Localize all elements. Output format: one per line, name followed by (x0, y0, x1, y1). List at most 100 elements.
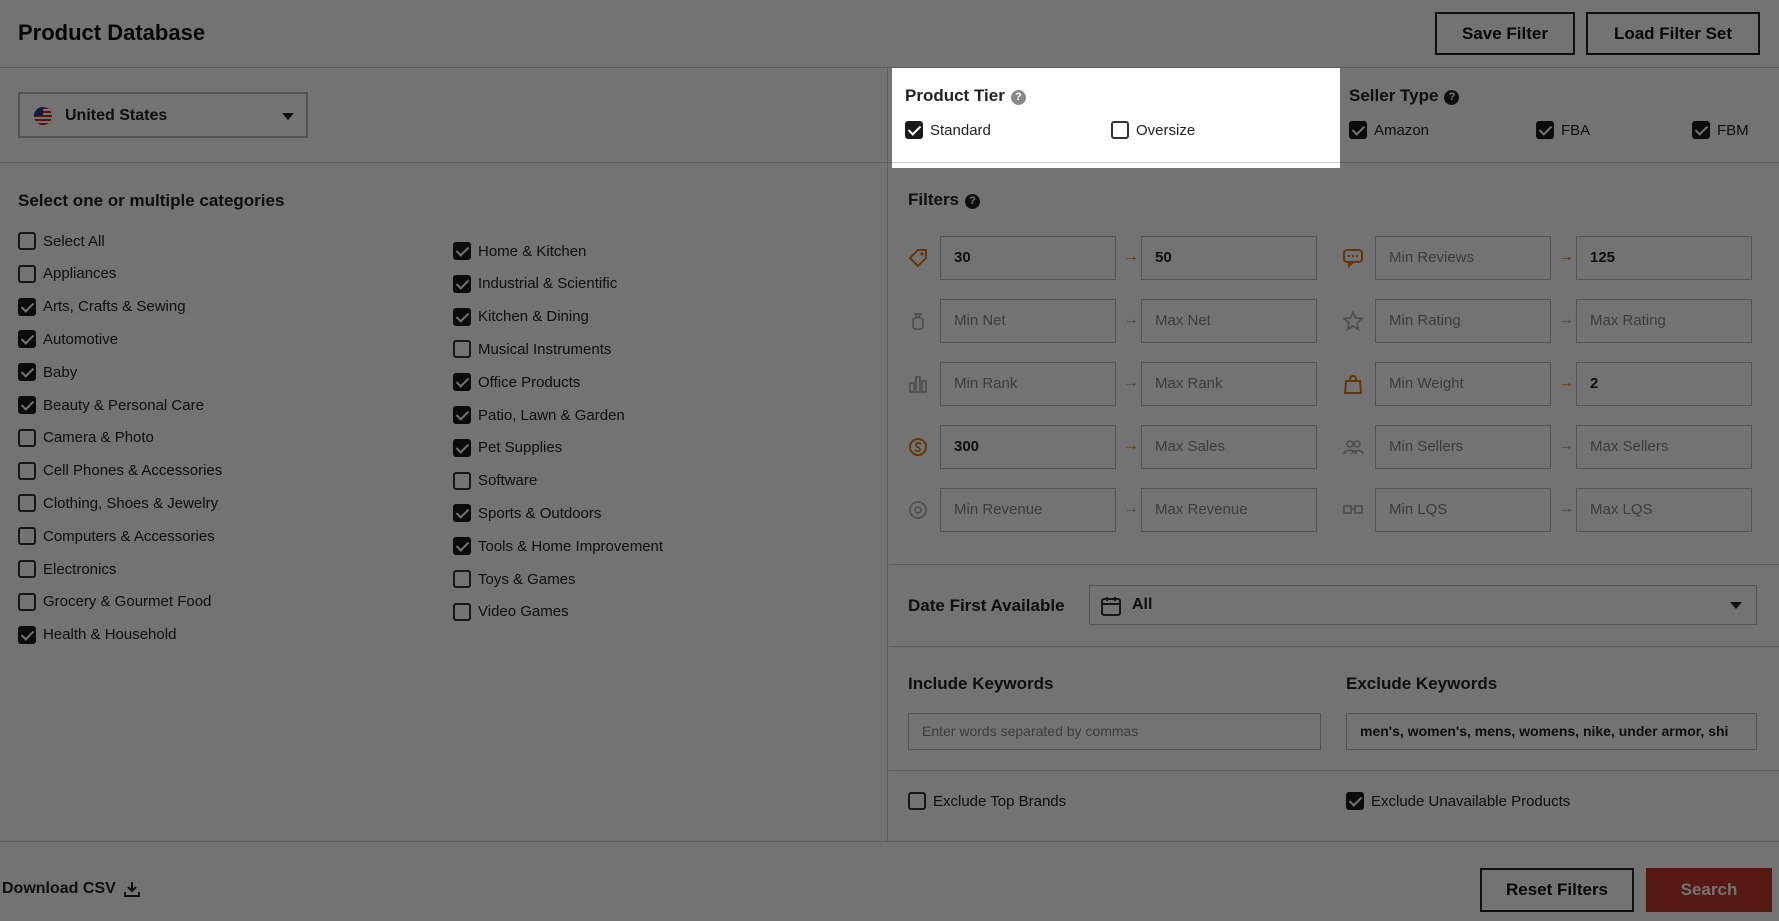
country-select[interactable]: United States (18, 92, 308, 138)
exclude-top-brands-checkbox[interactable]: Exclude Top Brands (908, 792, 1066, 810)
filter-max-input[interactable]: Max Sellers (1576, 425, 1752, 469)
checkbox-box[interactable] (18, 560, 36, 578)
category-checkbox[interactable]: Patio, Lawn & Garden (453, 406, 625, 424)
category-checkbox[interactable]: Health & Household (18, 625, 176, 644)
checkbox-box[interactable] (18, 494, 36, 513)
category-checkbox[interactable]: Pet Supplies (453, 438, 562, 457)
exclude-unavailable-checkbox[interactable]: Exclude Unavailable Products (1346, 792, 1570, 810)
checkbox-box[interactable] (453, 537, 471, 556)
category-checkbox[interactable]: Tools & Home Improvement (453, 537, 663, 556)
filter-max-input[interactable]: Max Net (1141, 299, 1317, 343)
checkbox-box[interactable] (1346, 792, 1364, 810)
category-checkbox[interactable]: Beauty & Personal Care (18, 396, 204, 414)
checkbox-box[interactable] (18, 396, 36, 414)
category-checkbox[interactable]: Select All (18, 232, 105, 250)
tier-standard-checkbox[interactable]: Standard (905, 121, 991, 139)
download-csv-button[interactable]: Download CSV (2, 880, 141, 898)
checkbox-box[interactable] (453, 471, 471, 490)
category-checkbox[interactable]: Video Games (453, 602, 569, 621)
category-checkbox[interactable]: Industrial & Scientific (453, 274, 617, 293)
category-checkbox[interactable]: Appliances (18, 264, 116, 283)
checkbox-box[interactable] (18, 363, 36, 382)
filter-max-input[interactable]: Max Rank (1141, 362, 1317, 406)
filter-max-input[interactable]: Max LQS (1576, 488, 1752, 532)
filter-min-input[interactable]: 30 (940, 236, 1116, 280)
checkbox-box[interactable] (18, 592, 36, 611)
checkbox-box[interactable] (1111, 121, 1129, 139)
exclude-keywords-input[interactable]: men's, women's, mens, womens, nike, unde… (1346, 713, 1757, 750)
checkbox-box[interactable] (1349, 121, 1367, 139)
date-first-available-select[interactable]: All (1089, 585, 1757, 625)
help-icon[interactable]: ? (1444, 90, 1460, 105)
checkbox-box[interactable] (908, 792, 926, 810)
filter-min-input[interactable]: Min Weight (1375, 362, 1551, 406)
seller-amazon-checkbox[interactable]: Amazon (1349, 121, 1429, 139)
category-checkbox[interactable]: Home & Kitchen (453, 242, 586, 260)
filter-min-input[interactable]: Min Rating (1375, 299, 1551, 343)
checkbox-box[interactable] (18, 428, 36, 447)
checkbox-box[interactable] (905, 121, 923, 139)
filter-max-input[interactable]: 2 (1576, 362, 1752, 406)
category-checkbox[interactable]: Toys & Games (453, 570, 576, 588)
category-checkbox[interactable]: Electronics (18, 560, 116, 578)
save-filter-button[interactable]: Save Filter (1435, 12, 1575, 55)
checkbox-box[interactable] (18, 330, 36, 349)
category-checkbox[interactable]: Arts, Crafts & Sewing (18, 297, 186, 316)
checkbox-box[interactable] (18, 297, 36, 316)
checkbox-box[interactable] (18, 527, 36, 546)
filter-max-input[interactable]: Max Rating (1576, 299, 1752, 343)
checkbox-box[interactable] (453, 274, 471, 293)
tier-oversize-checkbox[interactable]: Oversize (1111, 121, 1195, 139)
checkbox-box[interactable] (18, 264, 36, 283)
filter-min-input[interactable]: Min Rank (940, 362, 1116, 406)
category-checkbox[interactable]: Camera & Photo (18, 428, 154, 447)
filter-min-input[interactable]: Min Reviews (1375, 236, 1551, 280)
filter-min-input[interactable]: Min Sellers (1375, 425, 1551, 469)
filter-min-input[interactable]: Min LQS (1375, 488, 1551, 532)
category-checkbox[interactable]: Software (453, 471, 537, 490)
category-checkbox[interactable]: Sports & Outdoors (453, 504, 601, 523)
checkbox-box[interactable] (18, 625, 36, 644)
category-checkbox[interactable]: Musical Instruments (453, 340, 611, 359)
filter-max-input[interactable]: Max Sales (1141, 425, 1317, 469)
filter-min-input[interactable]: 300 (940, 425, 1116, 469)
category-checkbox[interactable]: Office Products (453, 373, 581, 392)
load-filter-set-button[interactable]: Load Filter Set (1586, 12, 1760, 55)
category-checkbox[interactable]: Grocery & Gourmet Food (18, 592, 211, 611)
category-checkbox[interactable]: Computers & Accessories (18, 527, 215, 546)
checkbox-box[interactable] (453, 340, 471, 359)
filter-min-input[interactable]: Min Revenue (940, 488, 1116, 532)
checkbox-box[interactable] (1536, 121, 1554, 139)
checkbox-box[interactable] (453, 438, 471, 457)
search-button[interactable]: Search (1646, 868, 1772, 912)
seller-amazon-label: Amazon (1374, 121, 1430, 139)
checkbox-box[interactable] (453, 242, 471, 260)
filter-max-input[interactable]: Max Revenue (1141, 488, 1317, 532)
include-keywords-input[interactable]: Enter words separated by commas (908, 713, 1321, 750)
category-checkbox[interactable]: Automotive (18, 330, 118, 349)
category-checkbox[interactable]: Cell Phones & Accessories (18, 461, 222, 480)
checkbox-box[interactable] (453, 373, 471, 392)
checkbox-box[interactable] (453, 570, 471, 588)
help-icon[interactable]: ? (965, 194, 981, 209)
arrow-right-icon: → (1558, 374, 1574, 391)
category-label: Office Products (478, 373, 581, 391)
checkbox-box[interactable] (18, 232, 36, 250)
checkbox-box[interactable] (453, 504, 471, 523)
filter-max-input[interactable]: 50 (1141, 236, 1317, 280)
reset-filters-button[interactable]: Reset Filters (1480, 868, 1634, 912)
category-checkbox[interactable]: Kitchen & Dining (453, 307, 589, 326)
category-checkbox[interactable]: Clothing, Shoes & Jewelry (18, 494, 218, 513)
checkbox-box[interactable] (1692, 121, 1710, 139)
checkbox-box[interactable] (453, 307, 471, 326)
seller-fbm-label: FBM (1717, 121, 1749, 139)
checkbox-box[interactable] (453, 406, 471, 424)
category-checkbox[interactable]: Baby (18, 363, 77, 382)
seller-fbm-checkbox[interactable]: FBM (1692, 121, 1749, 139)
seller-fba-checkbox[interactable]: FBA (1536, 121, 1590, 139)
checkbox-box[interactable] (18, 461, 36, 480)
help-icon[interactable]: ? (1010, 90, 1026, 105)
checkbox-box[interactable] (453, 602, 471, 621)
filter-max-input[interactable]: 125 (1576, 236, 1752, 280)
filter-min-input[interactable]: Min Net (940, 299, 1116, 343)
